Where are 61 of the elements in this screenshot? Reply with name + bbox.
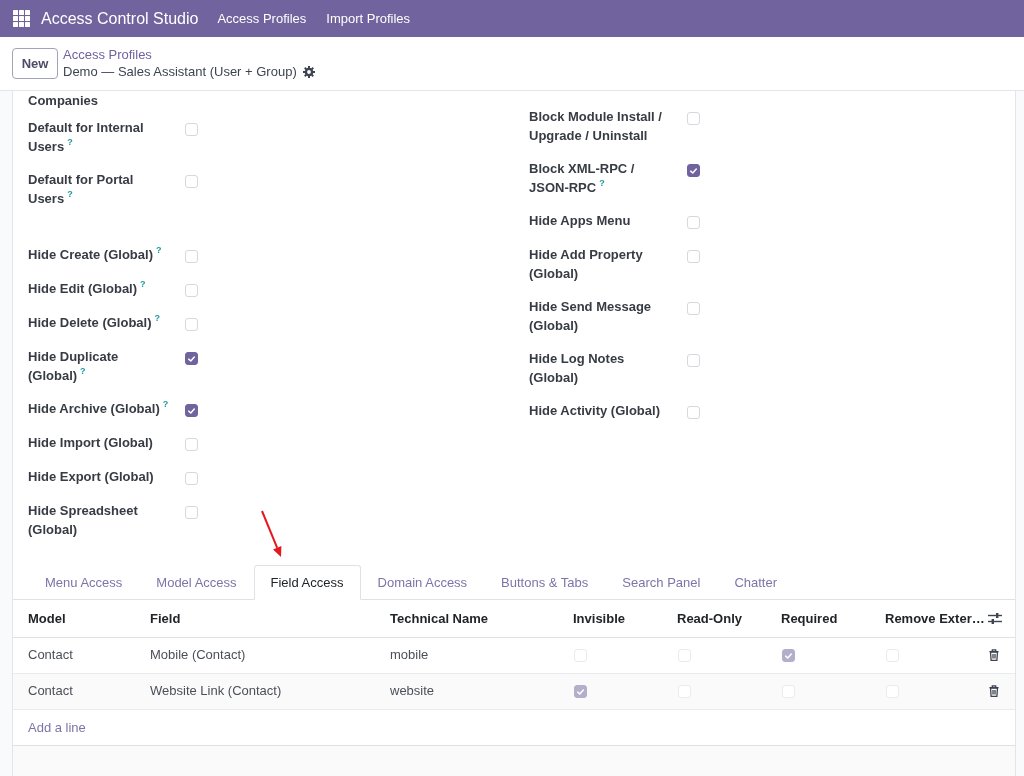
checkbox[interactable] bbox=[687, 164, 700, 177]
column-header[interactable]: Technical Name bbox=[375, 600, 558, 637]
tab[interactable]: Field Access bbox=[253, 565, 361, 600]
checkmark-icon bbox=[577, 688, 584, 695]
column-header[interactable]: Read-Only bbox=[662, 600, 766, 637]
table-cell: Website Link (Contact) bbox=[135, 673, 375, 709]
field-label: Hide Delete (Global) $^{?}$ bbox=[28, 315, 161, 330]
checkmark-icon bbox=[690, 167, 697, 174]
nav-menu-item[interactable]: Import Profiles bbox=[316, 8, 421, 29]
checkbox[interactable] bbox=[782, 649, 795, 663]
checkmark-icon bbox=[188, 355, 195, 362]
table-cell: Contact bbox=[13, 637, 135, 673]
table-cell: Contact bbox=[13, 673, 135, 709]
apps-menu-icon[interactable] bbox=[13, 10, 30, 27]
sliders-icon[interactable] bbox=[988, 611, 1002, 625]
breadcrumb-link[interactable]: Access Profiles bbox=[63, 46, 152, 63]
field-label: Hide Log Notes (Global) bbox=[529, 351, 625, 385]
field-label: Hide Archive (Global) $^{?}$ bbox=[28, 401, 169, 416]
column-header[interactable]: Invisible bbox=[558, 600, 662, 637]
field-label: Block Module Install / Upgrade / Uninstall bbox=[529, 109, 662, 143]
trash-icon[interactable] bbox=[989, 649, 999, 661]
checkbox[interactable] bbox=[574, 685, 587, 699]
new-button[interactable]: New bbox=[12, 48, 58, 79]
tab[interactable]: Chatter bbox=[717, 565, 795, 600]
app-title[interactable]: Access Control Studio bbox=[41, 8, 199, 29]
gear-icon[interactable] bbox=[302, 65, 315, 78]
field-label: Hide Send Message (Global) bbox=[529, 299, 652, 333]
checkmark-icon bbox=[785, 652, 792, 659]
column-header[interactable]: Remove Exter… bbox=[870, 600, 987, 637]
column-header[interactable]: Required bbox=[766, 600, 870, 637]
table-cell: website bbox=[375, 673, 558, 709]
tab[interactable]: Menu Access bbox=[28, 565, 140, 600]
field-label: Block XML-RPC / JSON-RPC $^{?}$ bbox=[529, 161, 635, 195]
field-label: Default for Portal Users $^{?}$ bbox=[28, 172, 134, 206]
tab[interactable]: Search Panel bbox=[605, 565, 718, 600]
record-name: Demo — Sales Assistant (User + Group) bbox=[63, 62, 297, 81]
checkbox[interactable] bbox=[185, 352, 198, 365]
trash-icon[interactable] bbox=[989, 685, 999, 697]
field-label: Hide Edit (Global) $^{?}$ bbox=[28, 281, 146, 296]
field-label: Companies bbox=[28, 93, 99, 108]
annotation-arrow bbox=[261, 510, 283, 558]
table-cell: Mobile (Contact) bbox=[135, 637, 375, 673]
column-header[interactable]: Field bbox=[135, 600, 375, 637]
nav-menu-item[interactable]: Access Profiles bbox=[207, 8, 317, 29]
field-label: Hide Create (Global) $^{?}$ bbox=[28, 247, 162, 262]
tab[interactable]: Buttons & Tabs bbox=[484, 565, 606, 600]
field-label: Hide Add Property (Global) bbox=[529, 247, 643, 281]
tab[interactable]: Domain Access bbox=[360, 565, 485, 600]
field-label: Hide Activity (Global) bbox=[529, 403, 660, 418]
field-label: Hide Apps Menu bbox=[529, 213, 631, 228]
field-label: Hide Export (Global) bbox=[28, 469, 154, 484]
checkbox[interactable] bbox=[185, 404, 198, 417]
checkmark-icon bbox=[188, 407, 195, 414]
column-header[interactable]: Model bbox=[13, 600, 135, 637]
field-label: Default for Internal Users $^{?}$ bbox=[28, 120, 144, 154]
field-label: Hide Duplicate (Global) $^{?}$ bbox=[28, 349, 119, 383]
table-cell: mobile bbox=[375, 637, 558, 673]
add-line-link[interactable]: Add a line bbox=[28, 720, 86, 735]
field-label: Hide Spreadsheet (Global) bbox=[28, 503, 138, 537]
tab[interactable]: Model Access bbox=[139, 565, 254, 600]
field-label: Hide Import (Global) bbox=[28, 435, 153, 450]
